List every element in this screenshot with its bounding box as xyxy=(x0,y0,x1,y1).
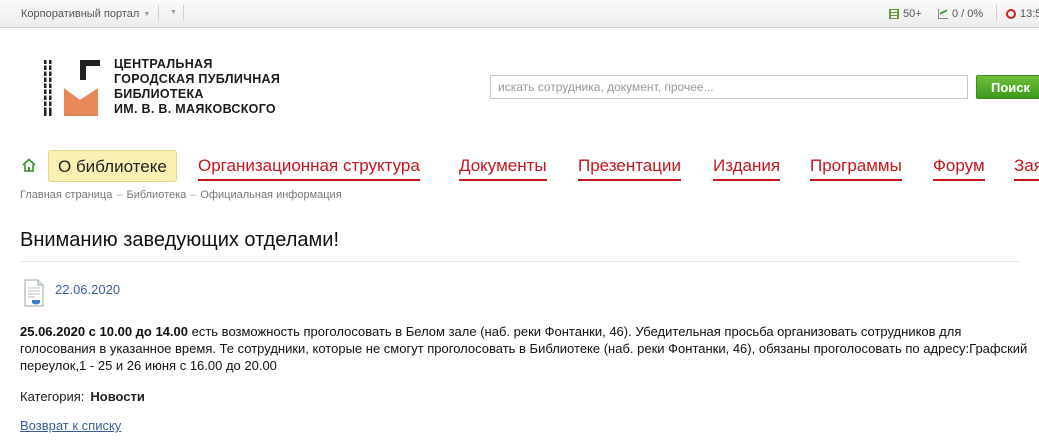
nav-tab-more[interactable]: Зая xyxy=(1014,155,1039,181)
breadcrumb-separator: – xyxy=(190,189,197,201)
page-title: Вниманию заведующих отделами! xyxy=(20,229,340,251)
library-name-line: ГОРОДСКАЯ ПУБЛИЧНАЯ xyxy=(114,72,281,86)
time-indicator[interactable]: 13:5 xyxy=(1006,8,1039,20)
home-icon[interactable] xyxy=(22,158,36,172)
efficiency-value: 0 / 0% xyxy=(952,8,984,20)
article-bold-lead: 25.06.2020 с 10.00 до 14.00 xyxy=(20,324,188,339)
category-value: Новости xyxy=(90,389,145,404)
breadcrumb-separator: – xyxy=(116,189,123,201)
portal-selector[interactable]: Корпоративный портал ▼ xyxy=(21,8,150,20)
breadcrumb: Главная страница – Библиотека – Официальная … xyxy=(20,189,342,201)
nav-tab-forum[interactable]: Форум xyxy=(933,155,985,181)
nav-tab-about[interactable]: О библиотеке xyxy=(48,150,177,182)
chevron-down-icon: ▼ xyxy=(143,10,151,18)
chevron-down-icon[interactable]: ▼ xyxy=(170,9,177,16)
article-body: 25.06.2020 с 10.00 до 14.00 есть возможн… xyxy=(20,323,1030,374)
efficiency-indicator[interactable]: 0 / 0% xyxy=(938,8,983,20)
library-logo-icon[interactable] xyxy=(44,58,102,118)
back-to-list-link[interactable]: Возврат к списку xyxy=(20,418,121,433)
library-name-line: БИБЛИОТЕКА xyxy=(114,87,204,101)
nav-tab-documents[interactable]: Документы xyxy=(459,155,547,181)
portal-label: Корпоративный портал xyxy=(21,8,140,20)
breadcrumb-item-library[interactable]: Библиотека xyxy=(126,189,186,201)
document-icon xyxy=(24,279,44,307)
time-value: 13:5 xyxy=(1020,8,1039,20)
library-name: ЦЕНТРАЛЬНАЯ ГОРОДСКАЯ ПУБЛИЧНАЯ БИБЛИОТЕ… xyxy=(114,57,280,117)
nav-tab-publications[interactable]: Издания xyxy=(713,155,781,181)
breadcrumb-item-official-info[interactable]: Официальная информация xyxy=(200,189,341,201)
toolbar-divider xyxy=(183,5,184,21)
library-name-line: ЦЕНТРАЛЬНАЯ xyxy=(114,57,213,71)
category-row: Категория: Новости xyxy=(20,389,145,404)
search-input[interactable] xyxy=(490,75,968,99)
title-divider xyxy=(20,261,1020,262)
nav-tab-structure[interactable]: Организационная структура xyxy=(198,155,420,181)
tasks-counter[interactable]: 50+ xyxy=(889,8,922,20)
publication-date: 22.06.2020 xyxy=(55,282,121,297)
toolbar-divider xyxy=(158,5,159,21)
nav-tab-presentations[interactable]: Презентации xyxy=(578,155,681,181)
toolbar-divider xyxy=(996,5,997,21)
clock-icon xyxy=(1006,9,1016,19)
nav-tab-programs[interactable]: Программы xyxy=(810,155,902,181)
search-button[interactable]: Поиск xyxy=(976,75,1039,99)
library-name-line: ИМ. В. В. МАЯКОВСКОГО xyxy=(114,102,276,116)
tasks-count: 50+ xyxy=(903,8,922,20)
breadcrumb-item-home[interactable]: Главная страница xyxy=(20,189,112,201)
category-label: Категория: xyxy=(20,389,85,404)
top-toolbar: Корпоративный портал ▼ ▼ 50+ 0 / 0% 13:5 xyxy=(0,0,1039,28)
chart-icon xyxy=(938,9,948,19)
tasks-icon xyxy=(889,9,899,19)
